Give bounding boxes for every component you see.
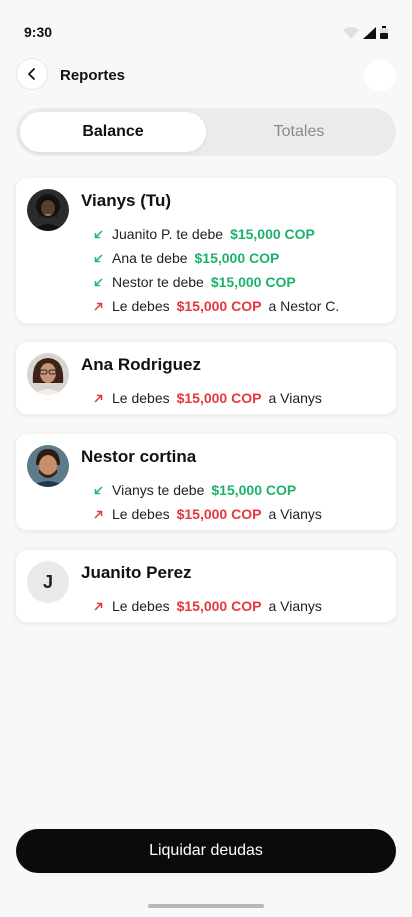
debt-text: Vianys te debe — [112, 482, 205, 498]
balance-card-ana[interactable]: Ana Rodriguez Le debes $15,000 COP a Via… — [15, 341, 397, 415]
debt-line: Ana te debe $15,000 COP — [94, 246, 339, 270]
tab-totales[interactable]: Totales — [206, 112, 392, 152]
debt-amount: $15,000 COP — [176, 598, 262, 614]
wifi-icon — [343, 27, 359, 39]
arrow-up-right-icon — [94, 510, 104, 519]
arrow-up-right-icon — [94, 602, 104, 611]
debt-text: Le debes — [112, 598, 170, 614]
debt-amount: $15,000 COP — [211, 482, 297, 498]
debt-line: Le debes $15,000 COP a Vianys — [94, 386, 322, 410]
debt-text: Juanito P. te debe — [112, 226, 224, 242]
debt-line: Vianys te debe $15,000 COP — [94, 478, 322, 502]
avatar — [27, 189, 69, 231]
balance-card-nestor[interactable]: Nestor cortina Vianys te debe $15,000 CO… — [15, 433, 397, 531]
arrow-down-left-icon — [94, 485, 104, 495]
arrow-up-right-icon — [94, 394, 104, 403]
debt-amount: $15,000 COP — [230, 226, 315, 242]
home-indicator — [148, 904, 264, 908]
card-name: Juanito Perez — [81, 563, 192, 582]
header-action-button[interactable] — [364, 59, 396, 91]
debt-lines: Vianys te debe $15,000 COP Le debes $15,… — [94, 478, 322, 526]
debt-text: Le debes — [112, 298, 170, 314]
arrow-down-left-icon — [94, 277, 104, 287]
debt-text: Le debes — [112, 506, 170, 522]
balance-card-juanito[interactable]: J Juanito Perez Le debes $15,000 COP a V… — [15, 549, 397, 623]
debt-amount: $15,000 COP — [176, 506, 262, 522]
arrow-up-right-icon — [94, 302, 104, 311]
back-button[interactable] — [16, 58, 48, 90]
debt-text: Le debes — [112, 390, 170, 406]
chevron-left-icon — [28, 68, 35, 80]
debt-amount: $15,000 COP — [176, 390, 262, 406]
card-name: Nestor cortina — [81, 447, 197, 466]
debt-amount: $15,000 COP — [210, 274, 296, 290]
status-bar: 9:30 — [0, 0, 412, 64]
status-time: 9:30 — [24, 24, 53, 40]
header: Reportes — [0, 58, 412, 94]
avatar-initial: J — [27, 561, 69, 603]
balance-card-vianys[interactable]: Vianys (Tu) Juanito P. te debe $15,000 C… — [15, 177, 397, 324]
debt-amount: $15,000 COP — [194, 250, 280, 266]
signal-icon — [363, 27, 376, 39]
battery-icon — [380, 26, 388, 39]
card-name: Ana Rodriguez — [81, 355, 201, 374]
debt-amount: $15,000 COP — [176, 298, 262, 314]
debt-recipient: a Vianys — [268, 506, 322, 522]
debt-lines: Juanito P. te debe $15,000 COP Ana te de… — [94, 222, 339, 318]
debt-lines: Le debes $15,000 COP a Vianys — [94, 386, 322, 410]
card-name: Vianys (Tu) — [81, 191, 172, 210]
tab-bar: Balance Totales — [16, 108, 396, 156]
debt-text: Ana te debe — [112, 250, 188, 266]
arrow-down-left-icon — [94, 229, 104, 239]
debt-line: Juanito P. te debe $15,000 COP — [94, 222, 339, 246]
tab-balance[interactable]: Balance — [20, 112, 206, 152]
avatar — [27, 353, 69, 395]
status-icons — [343, 26, 388, 39]
debt-text: Nestor te debe — [112, 274, 204, 290]
debt-line: Le debes $15,000 COP a Vianys — [94, 594, 322, 618]
avatar — [27, 445, 69, 487]
debt-line: Nestor te debe $15,000 COP — [94, 270, 339, 294]
debt-lines: Le debes $15,000 COP a Vianys — [94, 594, 322, 618]
arrow-down-left-icon — [94, 253, 104, 263]
debt-line: Le debes $15,000 COP a Nestor C. — [94, 294, 339, 318]
debt-recipient: a Vianys — [268, 390, 322, 406]
debt-recipient: a Nestor C. — [268, 298, 340, 314]
debt-recipient: a Vianys — [268, 598, 322, 614]
debt-line: Le debes $15,000 COP a Vianys — [94, 502, 322, 526]
liquidar-deudas-button[interactable]: Liquidar deudas — [16, 829, 396, 873]
page-title: Reportes — [60, 67, 126, 84]
